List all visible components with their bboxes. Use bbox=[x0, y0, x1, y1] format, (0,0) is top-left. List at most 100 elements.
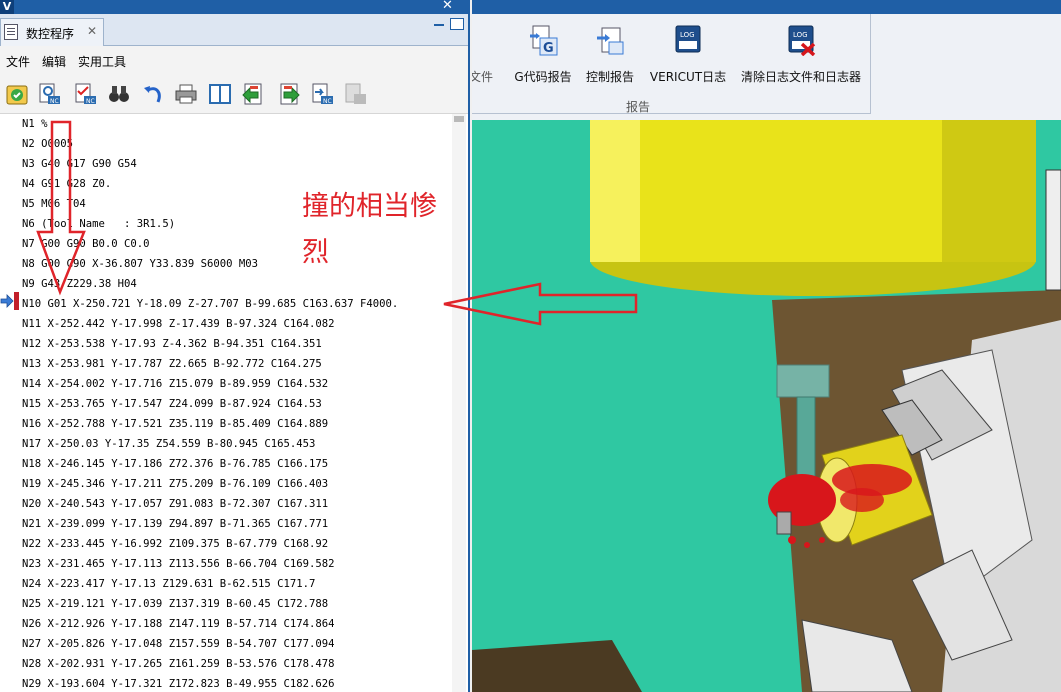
nc-line[interactable]: N25 X-219.121 Y-17.039 Z137.319 B-60.45 … bbox=[22, 594, 328, 614]
current-line-marker bbox=[14, 292, 19, 310]
annotation-line-2: 烈 bbox=[302, 237, 329, 268]
nc-line[interactable]: N2 O0005 bbox=[22, 134, 73, 154]
nc-line[interactable]: N15 X-253.765 Y-17.547 Z24.099 B-87.924 … bbox=[22, 394, 322, 414]
menu-file[interactable]: 文件 bbox=[6, 53, 30, 70]
control-report-icon bbox=[597, 27, 624, 55]
nc-line[interactable]: N27 X-205.826 Y-17.048 Z157.559 B-54.707… bbox=[22, 634, 335, 654]
split-view-icon bbox=[209, 84, 231, 104]
printer-icon bbox=[175, 84, 197, 104]
tool-holder bbox=[776, 364, 830, 398]
nc-line[interactable]: N5 M06 T04 bbox=[22, 194, 86, 214]
nc-line[interactable]: N17 X-250.03 Y-17.35 Z54.559 B-80.945 C1… bbox=[22, 434, 315, 454]
nc-line[interactable]: N24 X-223.417 Y-17.13 Z129.631 B-62.515 … bbox=[22, 574, 315, 594]
nc-line[interactable]: N26 X-212.926 Y-17.188 Z147.119 B-57.714… bbox=[22, 614, 335, 634]
nc-line[interactable]: N11 X-252.442 Y-17.998 Z-17.439 B-97.324… bbox=[22, 314, 335, 334]
annotation-line-1: 撞的相当惨 bbox=[302, 191, 437, 222]
scrollbar-thumb[interactable] bbox=[454, 116, 464, 122]
tab-label: 数控程序 bbox=[26, 27, 75, 41]
svg-text:G: G bbox=[543, 41, 554, 56]
collision-annotation: 撞的相当惨 烈 bbox=[302, 184, 462, 276]
nc-line[interactable]: N6 (Tool Name : 3R1.5) bbox=[22, 214, 175, 234]
verify-icon bbox=[6, 85, 28, 105]
panel-float-icon[interactable] bbox=[450, 18, 464, 30]
menu-edit[interactable]: 编辑 bbox=[42, 53, 66, 70]
vericut-main-area: 文件 G G代码报告 控制报告 LOG VERICUT日志 LOG 清除日志文件… bbox=[472, 0, 1061, 692]
menu-bar: 文件 编辑 实用工具 bbox=[0, 46, 468, 74]
ribbon: 文件 G G代码报告 控制报告 LOG VERICUT日志 LOG 清除日志文件… bbox=[472, 14, 1061, 120]
ribbon-file-button[interactable]: 文件 bbox=[472, 22, 498, 102]
g-code-report-icon: G bbox=[530, 25, 558, 56]
step-back-icon bbox=[242, 83, 262, 105]
control-report-button[interactable]: 控制报告 bbox=[580, 22, 640, 102]
vericut-logo-icon: V bbox=[0, 0, 14, 14]
nc-line[interactable]: N12 X-253.538 Y-17.93 Z-4.362 B-94.351 C… bbox=[22, 334, 322, 354]
nc-line[interactable]: N22 X-233.445 Y-16.992 Z109.375 B-67.779… bbox=[22, 534, 328, 554]
nc-line[interactable]: N16 X-252.788 Y-17.521 Z35.119 B-85.409 … bbox=[22, 414, 328, 434]
control-report-label: 控制报告 bbox=[585, 70, 634, 84]
nc-line[interactable]: N8 G00 G90 X-36.807 Y33.839 S6000 M03 bbox=[22, 254, 258, 274]
nc-line[interactable]: N7 G00 G90 B0.0 C0.0 bbox=[22, 234, 150, 254]
find-button[interactable] bbox=[106, 82, 132, 106]
log-icon: LOG bbox=[675, 25, 701, 53]
vericut-log-button[interactable]: LOG VERICUT日志 bbox=[646, 22, 730, 102]
machine-side-panel bbox=[1045, 169, 1061, 291]
nc-line[interactable]: N9 G43 Z229.38 H04 bbox=[22, 274, 137, 294]
nc-line[interactable]: N19 X-245.346 Y-17.211 Z75.209 B-76.109 … bbox=[22, 474, 328, 494]
nc-line[interactable]: N28 X-202.931 Y-17.265 Z161.259 B-53.576… bbox=[22, 654, 335, 674]
panel-minimize-icon[interactable] bbox=[434, 24, 444, 26]
verify-button[interactable] bbox=[4, 82, 30, 106]
current-line-arrow-icon bbox=[0, 294, 14, 308]
svg-text:NC: NC bbox=[86, 98, 95, 105]
convert-icon bbox=[345, 83, 366, 104]
window-close-icon[interactable]: ✕ bbox=[442, 0, 453, 13]
nc-line[interactable]: N14 X-254.002 Y-17.716 Z15.079 B-89.959 … bbox=[22, 374, 328, 394]
tab-close-icon[interactable]: ✕ bbox=[87, 24, 97, 38]
step-forward-icon bbox=[280, 83, 300, 105]
main-title-strip bbox=[472, 0, 1061, 14]
nc-line[interactable]: N29 X-193.604 Y-17.321 Z172.823 B-49.955… bbox=[22, 674, 335, 692]
undo-button[interactable] bbox=[140, 82, 166, 106]
nc-line[interactable]: N13 X-253.981 Y-17.787 Z2.665 B-92.772 C… bbox=[22, 354, 322, 374]
step-forward-button[interactable] bbox=[276, 82, 302, 106]
spindle-shadow bbox=[942, 120, 1036, 262]
clear-log-label: 清除日志文件和日志器 bbox=[740, 70, 861, 84]
clear-log-icon: LOG bbox=[788, 25, 816, 56]
split-view-button[interactable] bbox=[207, 82, 233, 106]
check-nc-icon: NC bbox=[75, 83, 96, 105]
ribbon-group-reports: 文件 G G代码报告 控制报告 LOG VERICUT日志 LOG 清除日志文件… bbox=[472, 14, 871, 114]
nc-line[interactable]: N3 G40 G17 G90 G54 bbox=[22, 154, 137, 174]
nc-document-icon bbox=[4, 24, 18, 40]
step-back-button[interactable] bbox=[240, 82, 266, 106]
svg-text:NC: NC bbox=[50, 98, 59, 105]
machine-simulation-view[interactable] bbox=[472, 120, 1061, 692]
nc-line[interactable]: N18 X-246.145 Y-17.186 Z72.376 B-76.785 … bbox=[22, 454, 328, 474]
nc-line[interactable]: N21 X-239.099 Y-17.139 Z94.897 B-71.365 … bbox=[22, 514, 328, 534]
nc-program-panel: V ✕ 数控程序 ✕ 文件 编辑 实用工具 NC NC NC N1 % N2 O… bbox=[0, 0, 470, 692]
undo-icon bbox=[144, 86, 161, 103]
binoculars-icon bbox=[109, 86, 129, 102]
clear-log-button[interactable]: LOG 清除日志文件和日志器 bbox=[734, 22, 868, 102]
vericut-log-label: VERICUT日志 bbox=[649, 70, 727, 84]
convert-button-disabled[interactable] bbox=[342, 82, 368, 106]
svg-text:LOG: LOG bbox=[680, 31, 695, 39]
nc-line[interactable]: N20 X-240.543 Y-17.057 Z91.083 B-72.307 … bbox=[22, 494, 328, 514]
nc-line[interactable]: N1 % bbox=[22, 114, 48, 134]
print-button[interactable] bbox=[173, 82, 199, 106]
nc-line[interactable]: N10 G01 X-250.721 Y-18.09 Z-27.707 B-99.… bbox=[22, 294, 398, 314]
nc-line[interactable]: N4 G91 G28 Z0. bbox=[22, 174, 111, 194]
window-title-strip: V ✕ bbox=[0, 0, 468, 14]
svg-text:LOG: LOG bbox=[793, 31, 808, 39]
search-nc-icon: NC bbox=[39, 83, 60, 105]
nc-toolbar: NC NC NC bbox=[0, 74, 468, 114]
tab-nc-program[interactable]: 数控程序 ✕ bbox=[0, 18, 104, 46]
ribbon-group-label: 报告 bbox=[626, 100, 651, 114]
goto-nc-button[interactable]: NC bbox=[309, 82, 335, 106]
panel-tab-bar: 数控程序 ✕ bbox=[0, 14, 468, 46]
menu-utilities[interactable]: 实用工具 bbox=[78, 53, 126, 70]
cutting-tool bbox=[796, 396, 816, 478]
g-code-report-button[interactable]: G G代码报告 bbox=[508, 22, 578, 102]
goto-nc-icon: NC bbox=[312, 83, 333, 105]
search-nc-button[interactable]: NC bbox=[36, 82, 62, 106]
check-nc-button[interactable]: NC bbox=[72, 82, 98, 106]
nc-line[interactable]: N23 X-231.465 Y-17.113 Z113.556 B-66.704… bbox=[22, 554, 335, 574]
